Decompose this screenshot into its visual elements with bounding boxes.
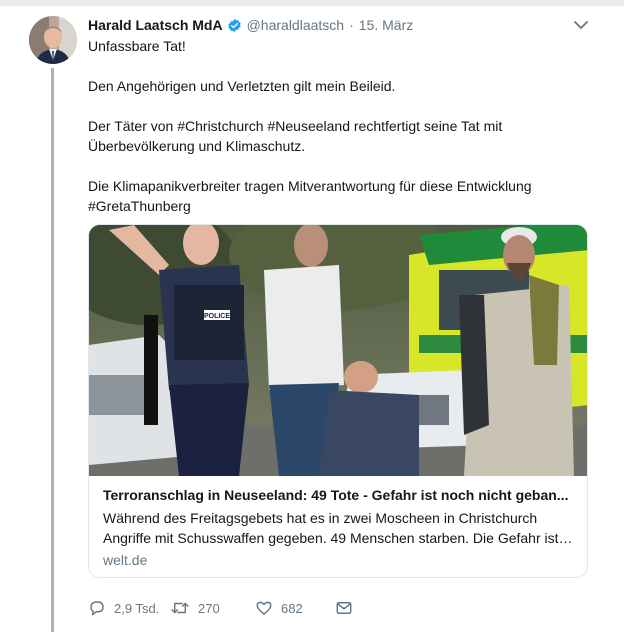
separator-dot: · [349, 17, 354, 33]
avatar[interactable] [29, 16, 77, 64]
tweet-line [88, 156, 598, 176]
top-divider [0, 0, 624, 6]
card-image: POLICE [89, 225, 587, 476]
reply-button[interactable]: 2,9 Tsd. [88, 599, 170, 617]
tweet-line: Der Täter von #Christchurch #Neuseeland … [88, 118, 503, 134]
verified-badge-icon [227, 18, 242, 33]
thread-connector-line [51, 68, 54, 632]
tweet-date[interactable]: 15. März [359, 17, 413, 33]
direct-message-button[interactable] [335, 599, 353, 617]
like-count: 682 [281, 600, 303, 616]
retweet-count: 270 [198, 600, 220, 616]
envelope-icon [335, 599, 353, 617]
tweet-line [88, 56, 598, 76]
card-body: Terroranschlag in Neuseeland: 49 Tote - … [89, 476, 587, 570]
author-handle[interactable]: @haraldlaatsch [247, 17, 345, 33]
retweet-button[interactable]: 270 [170, 599, 255, 617]
tweet-line: Den Angehörigen und Verletzten gilt mein… [88, 78, 396, 94]
tweet-line: #GretaThunberg [88, 198, 191, 214]
author-name[interactable]: Harald Laatsch MdA [88, 17, 223, 33]
reply-count: 2,9 Tsd. [114, 600, 160, 616]
tweet-line: Die Klimapanikverbreiter tragen Mitveran… [88, 178, 532, 194]
like-button[interactable]: 682 [255, 599, 335, 617]
card-title: Terroranschlag in Neuseeland: 49 Tote - … [103, 487, 569, 503]
tweet-line [88, 96, 598, 116]
heart-icon [255, 599, 273, 617]
tweet-actions: 2,9 Tsd. 270 682 [88, 597, 353, 619]
tweet-text: Unfassbare Tat! Den Angehörigen und Verl… [88, 36, 598, 216]
card-domain: welt.de [103, 552, 148, 568]
tweet-line: Unfassbare Tat! [88, 38, 186, 54]
link-preview-card[interactable]: POLICE Terroranschlag in Neuseeland: 49 … [88, 224, 588, 578]
tweet-header: Harald Laatsch MdA @haraldlaatsch · 15. … [88, 15, 413, 35]
reply-icon [88, 599, 106, 617]
card-description: Während des Freitagsgebets hat es in zwe… [103, 510, 559, 546]
retweet-icon [170, 599, 190, 617]
chevron-down-icon[interactable] [572, 18, 590, 32]
police-patch-text: POLICE [204, 313, 230, 320]
tweet-line: Überbevölkerung und Klimaschutz. [88, 138, 306, 154]
